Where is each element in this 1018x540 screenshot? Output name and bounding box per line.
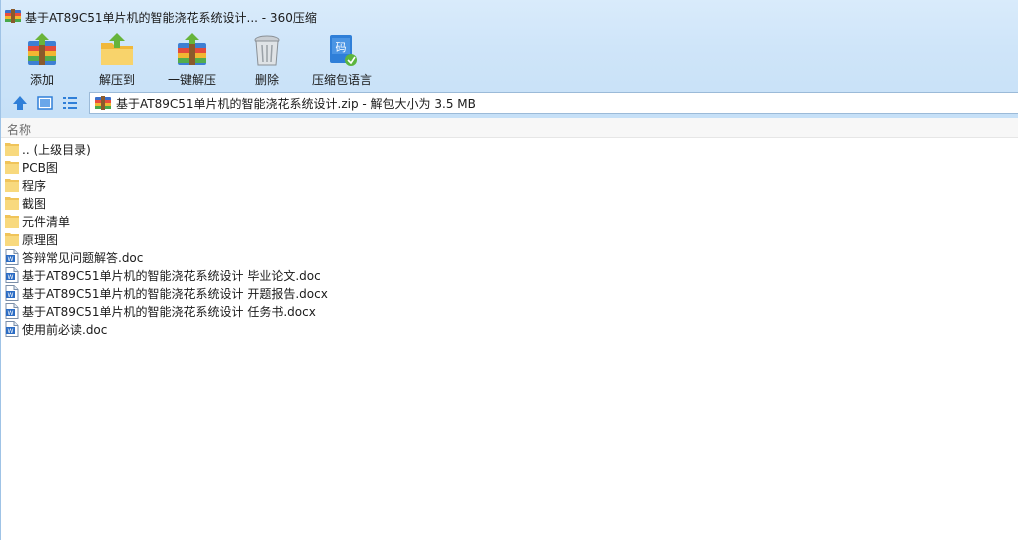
file-row[interactable]: W 基于AT89C51单片机的智能浇花系统设计 毕业论文.doc: [1, 266, 1018, 284]
archive-language-button[interactable]: 码 压缩包语言: [307, 30, 377, 88]
up-arrow-icon[interactable]: [11, 94, 29, 112]
list-view-icon[interactable]: [61, 94, 79, 112]
item-name: .. (上级目录): [22, 143, 91, 157]
item-name: 元件清单: [22, 215, 71, 229]
folder-row[interactable]: 截图: [1, 194, 1018, 212]
item-name: 基于AT89C51单片机的智能浇花系统设计 开题报告.docx: [22, 287, 328, 301]
extract-to-button[interactable]: 解压到: [82, 30, 152, 88]
word-document-icon: W: [5, 267, 19, 283]
folder-row[interactable]: PCB图: [1, 158, 1018, 176]
item-name: 基于AT89C51单片机的智能浇花系统设计 毕业论文.doc: [22, 269, 321, 283]
delete-button[interactable]: 删除: [232, 30, 302, 88]
word-document-icon: W: [5, 321, 19, 337]
window-chrome: 基于AT89C51单片机的智能浇花系统设计... - 360压缩 添加 解压到 …: [1, 0, 1018, 118]
delete-label: 删除: [254, 73, 279, 87]
trash-icon: [254, 35, 280, 66]
one-click-extract-label: 一键解压: [167, 73, 216, 87]
svg-text:W: W: [8, 310, 14, 317]
encoding-icon: 码: [330, 35, 357, 66]
zip-file-icon: [95, 96, 111, 110]
path-bar[interactable]: 基于AT89C51单片机的智能浇花系统设计.zip - 解包大小为 3.5 MB: [89, 92, 1018, 114]
item-name: 使用前必读.doc: [22, 323, 108, 337]
file-row[interactable]: W 基于AT89C51单片机的智能浇花系统设计 任务书.docx: [1, 302, 1018, 320]
folder-row[interactable]: .. (上级目录): [1, 140, 1018, 158]
folder-row[interactable]: 程序: [1, 176, 1018, 194]
navigation-bar: 基于AT89C51单片机的智能浇花系统设计.zip - 解包大小为 3.5 MB: [1, 90, 1018, 116]
list-header: 名称: [1, 118, 1018, 138]
item-name: 答辩常见问题解答.doc: [22, 251, 144, 265]
item-name: 原理图: [22, 233, 59, 247]
svg-text:W: W: [8, 256, 14, 263]
file-list: .. (上级目录) PCB图程序截图元件清单原理图 W 答辩常见问题解答.doc W 基于…: [1, 140, 1018, 338]
svg-text:W: W: [8, 274, 14, 281]
app-window: 基于AT89C51单片机的智能浇花系统设计... - 360压缩 添加 解压到 …: [0, 0, 1018, 540]
archive-app-icon: [5, 9, 21, 23]
add-button-label: 添加: [29, 73, 54, 87]
folder-icon: [5, 231, 19, 247]
item-name: PCB图: [22, 161, 58, 175]
file-row[interactable]: W 使用前必读.doc: [1, 320, 1018, 338]
archive-language-label: 压缩包语言: [311, 73, 372, 87]
folder-icon: [5, 141, 19, 157]
file-row[interactable]: W 基于AT89C51单片机的智能浇花系统设计 开题报告.docx: [1, 284, 1018, 302]
svg-text:W: W: [8, 328, 14, 335]
word-document-icon: W: [5, 303, 19, 319]
folder-icon: [5, 177, 19, 193]
folder-row[interactable]: 元件清单: [1, 212, 1018, 230]
extract-folder-icon: [101, 33, 133, 65]
add-button[interactable]: 添加: [7, 30, 77, 88]
extract-to-label: 解压到: [98, 73, 135, 87]
title-bar[interactable]: 基于AT89C51单片机的智能浇花系统设计... - 360压缩: [1, 0, 1018, 32]
word-document-icon: W: [5, 249, 19, 265]
file-row[interactable]: W 答辩常见问题解答.doc: [1, 248, 1018, 266]
column-header-name[interactable]: 名称: [7, 121, 31, 138]
folder-row[interactable]: 原理图: [1, 230, 1018, 248]
svg-text:码: 码: [336, 41, 347, 54]
word-document-icon: W: [5, 285, 19, 301]
item-name: 截图: [22, 197, 47, 211]
window-title: 基于AT89C51单片机的智能浇花系统设计... - 360压缩: [25, 11, 317, 25]
folder-icon: [5, 195, 19, 211]
one-click-extract-button[interactable]: 一键解压: [157, 30, 227, 88]
add-archive-icon: [28, 33, 56, 65]
main-toolbar: 添加 解压到 一键解压 删除 码 压缩包语言: [1, 30, 1018, 88]
path-text: 基于AT89C51单片机的智能浇花系统设计.zip - 解包大小为 3.5 MB: [116, 96, 476, 111]
thumbnail-view-icon[interactable]: [36, 94, 54, 112]
one-click-extract-icon: [178, 33, 206, 65]
item-name: 程序: [22, 179, 47, 193]
item-name: 基于AT89C51单片机的智能浇花系统设计 任务书.docx: [22, 305, 316, 319]
svg-text:W: W: [8, 292, 14, 299]
folder-icon: [5, 159, 19, 175]
folder-icon: [5, 213, 19, 229]
